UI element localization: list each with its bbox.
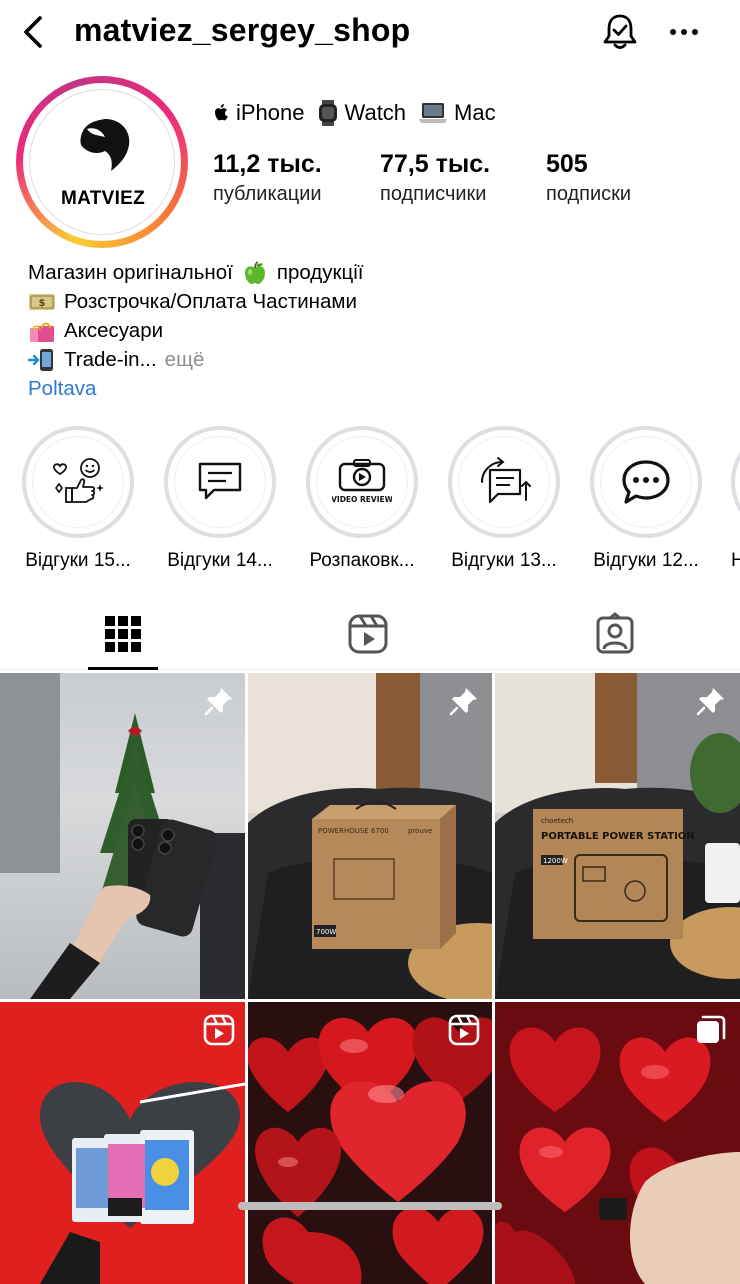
chat-bubble-icon	[622, 460, 670, 504]
phone-arrow-icon	[28, 348, 53, 371]
message-icon	[198, 462, 242, 500]
stat-label: подписки	[546, 183, 632, 205]
pin-icon	[204, 688, 232, 716]
stat-following[interactable]: 505 подписки	[546, 150, 631, 206]
grid-icon[interactable]	[101, 612, 145, 656]
post-tile[interactable]	[495, 1002, 740, 1284]
box-title: PORTABLE POWER STATION	[541, 831, 695, 842]
reels-icon	[448, 1014, 480, 1046]
green-apple-icon	[244, 260, 265, 284]
profile-category-line: iPhone Watch Mac	[212, 100, 496, 126]
avatar-brand-text: MATVIEZ	[60, 188, 146, 209]
stat-followers[interactable]: 77,5 тыс. подписчики	[380, 150, 490, 206]
post-image	[0, 673, 245, 999]
shopping-bags-icon	[30, 322, 54, 342]
matviez-logo-icon	[80, 119, 130, 171]
reels-icon[interactable]	[346, 612, 390, 656]
messages-exchange-icon	[481, 457, 531, 504]
stat-value: 77,5 тыс.	[380, 150, 491, 178]
apple-icon	[215, 104, 228, 121]
reviews-hearts-icon	[52, 458, 104, 503]
highlight-item[interactable]: Н	[731, 426, 740, 572]
post-tile[interactable]	[0, 673, 245, 999]
post-tile[interactable]	[0, 1002, 245, 1284]
chevron-left-icon[interactable]	[18, 14, 50, 50]
video-review-icon: VIDEO REVIEW	[332, 459, 392, 504]
reels-icon	[203, 1014, 235, 1046]
highlight-label: Розпаковк...	[309, 550, 415, 571]
avatar-story-ring[interactable]: MATVIEZ	[16, 76, 188, 248]
post-tile[interactable]	[248, 1002, 492, 1284]
highlight-item[interactable]: Відгуки 12...	[589, 426, 703, 572]
highlight-item[interactable]: Відгуки 15...	[21, 426, 135, 572]
stat-label: подписчики	[380, 183, 487, 205]
highlight-label: Відгуки 14...	[167, 550, 273, 571]
tagged-icon[interactable]	[593, 612, 637, 656]
home-indicator	[238, 1202, 502, 1210]
active-tab-indicator	[88, 667, 158, 670]
highlight-label: Відгуки 12...	[593, 550, 699, 571]
ellipsis-icon[interactable]	[668, 22, 700, 42]
pin-icon	[696, 688, 724, 716]
svg-text:$: $	[39, 298, 46, 309]
bio-line: $ Розстрочка/Оплата Частинами	[28, 287, 363, 316]
highlight-item[interactable]: Відгуки 14...	[163, 426, 277, 572]
svg-text:VIDEO REVIEW: VIDEO REVIEW	[332, 495, 392, 504]
post-tile[interactable]: choetech PORTABLE POWER STATION 1200W	[495, 673, 740, 999]
top-bar: matviez_sergey_shop	[0, 0, 740, 66]
bio-line: Аксесуари	[28, 316, 363, 345]
avatar: MATVIEZ	[29, 89, 175, 235]
pin-icon	[449, 688, 477, 716]
bio-line: Магазин оригінальної продукції	[28, 260, 364, 284]
stat-label: публикации	[213, 183, 322, 205]
stat-value: 11,2 тыс.	[213, 150, 322, 178]
highlight-label: Н	[731, 550, 740, 571]
bell-check-icon[interactable]	[600, 12, 640, 52]
highlight-item[interactable]: Відгуки 13...	[447, 426, 561, 572]
box-tag: 1200W	[543, 857, 568, 865]
category-mac: Mac	[454, 100, 496, 125]
profile-bio: Магазин оригінальної продукції $ Розстро…	[28, 258, 363, 403]
box-label: POWERHOUSE 6700	[318, 827, 389, 835]
post-image: POWERHOUSE 6700 prouve 700W	[248, 673, 492, 999]
post-image: choetech PORTABLE POWER STATION 1200W	[495, 673, 740, 999]
bio-line: Trade-in... ещё	[28, 345, 363, 374]
category-watch: Watch	[344, 100, 407, 125]
laptop-icon	[419, 103, 448, 123]
highlight-label: Відгуки 15...	[25, 550, 131, 571]
post-tile[interactable]: POWERHOUSE 6700 prouve 700W	[248, 673, 492, 999]
carousel-icon	[697, 1015, 726, 1043]
location-link[interactable]: Poltava	[28, 374, 96, 403]
money-icon: $	[29, 293, 55, 310]
bio-more-link[interactable]: ещё	[165, 345, 205, 374]
category-iphone: iPhone	[236, 100, 305, 125]
profile-username: matviez_sergey_shop	[74, 12, 411, 48]
highlight-item[interactable]: VIDEO REVIEW Розпаковк...	[305, 426, 419, 572]
box-brand: prouve	[408, 827, 432, 835]
highlight-label: Відгуки 13...	[451, 550, 557, 571]
watch-icon	[318, 100, 337, 126]
box-tag: 700W	[316, 928, 336, 936]
profile-tabs	[0, 600, 740, 670]
stat-posts[interactable]: 11,2 тыс. публикации	[213, 150, 322, 206]
stat-value: 505	[546, 150, 588, 178]
box-brand: choetech	[541, 817, 573, 825]
